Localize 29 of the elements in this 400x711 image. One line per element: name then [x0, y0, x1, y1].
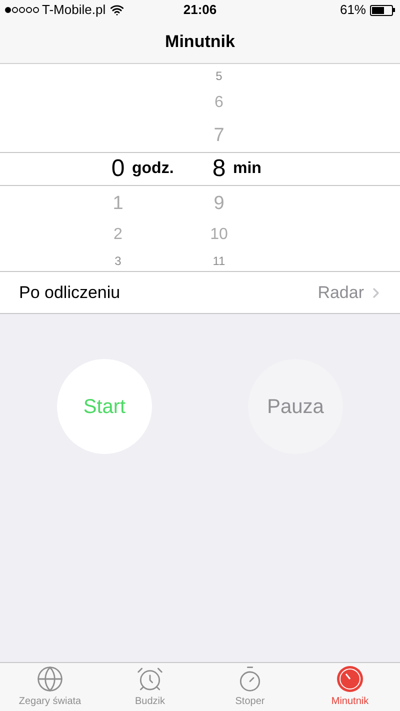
- globe-icon: [36, 665, 64, 693]
- picker-value[interactable]: 10: [200, 227, 238, 243]
- tab-item[interactable]: Stoper: [200, 663, 300, 711]
- picker-value[interactable]: 6: [200, 95, 238, 111]
- carrier-name: T-Mobile.pl: [42, 1, 106, 20]
- tab-item[interactable]: Budzik: [100, 663, 200, 711]
- picker-value[interactable]: 2: [99, 227, 137, 243]
- tab-item[interactable]: Minutnik: [300, 663, 400, 711]
- status-time: 21:06: [183, 1, 217, 20]
- row-value[interactable]: Radar: [318, 280, 364, 306]
- alarm-clock-icon: [136, 665, 164, 693]
- signal-icon: [5, 7, 39, 13]
- start-button[interactable]: Start: [57, 359, 152, 454]
- battery-icon: [370, 4, 393, 16]
- picker-value[interactable]: 1: [99, 194, 137, 212]
- wifi-icon: [110, 3, 124, 17]
- picker-unit: min: [233, 159, 262, 179]
- battery-percent: 61%: [340, 1, 366, 20]
- picker-value[interactable]: 3: [99, 254, 137, 266]
- picker-value[interactable]: 9: [200, 194, 238, 212]
- row-label: Po odliczeniu: [19, 282, 120, 304]
- picker-value[interactable]: 11: [200, 254, 238, 266]
- picker-value[interactable]: 5: [200, 70, 238, 82]
- picker-unit: godz.: [132, 159, 174, 179]
- nav-title: Minutnik: [165, 30, 235, 53]
- timer-icon: [336, 665, 364, 693]
- tab-item[interactable]: Zegary świata: [0, 663, 100, 711]
- time-picker[interactable]: 0 godz. 1 2 3 5 6 7 8 min 9 10 11: [0, 64, 400, 271]
- picker-value[interactable]: 7: [200, 126, 238, 144]
